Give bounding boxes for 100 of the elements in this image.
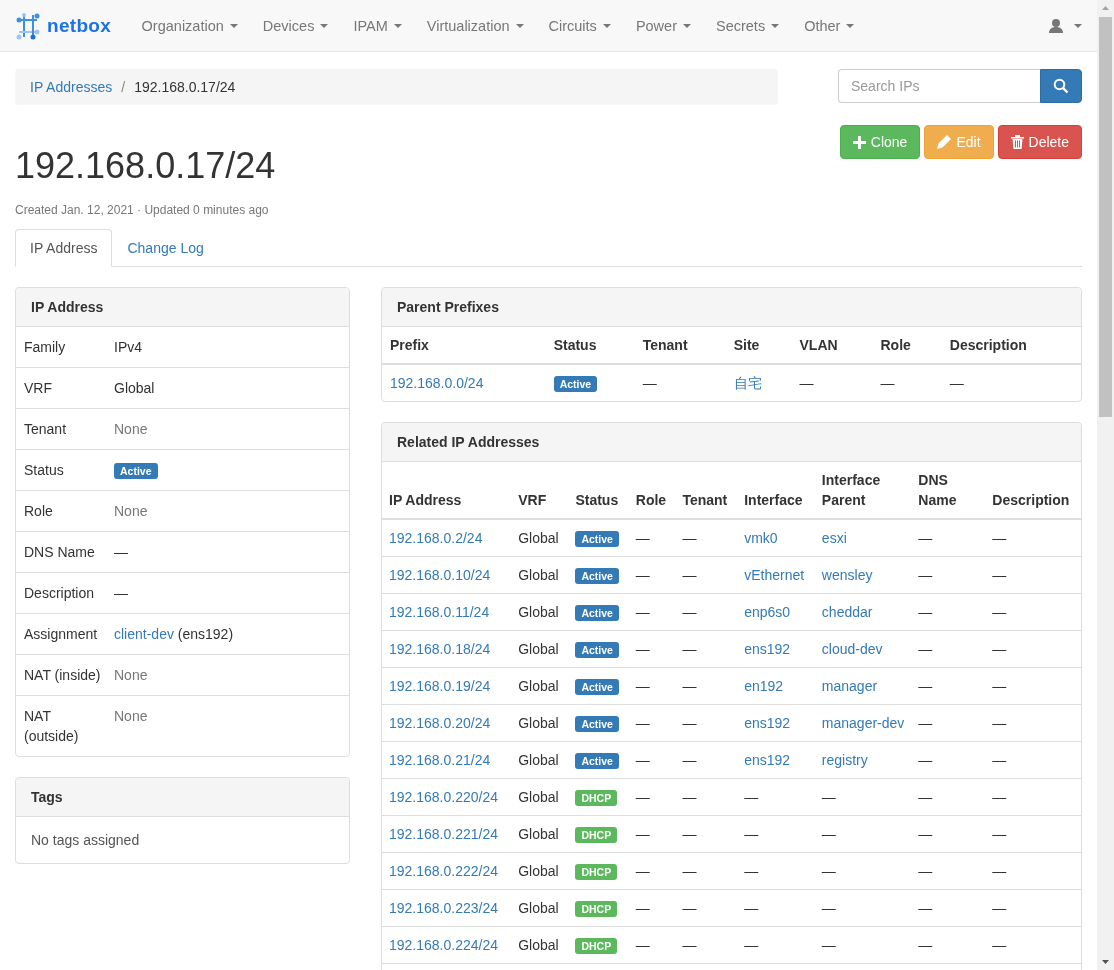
- field-label: Description: [24, 584, 96, 603]
- table-cell: —: [992, 937, 1007, 953]
- device-link[interactable]: wensley: [821, 567, 873, 583]
- interface-link[interactable]: ens192: [744, 641, 791, 657]
- device-link[interactable]: esxi: [821, 530, 847, 546]
- table-cell: Global: [518, 567, 559, 583]
- table-cell: —: [635, 715, 650, 731]
- device-link[interactable]: cheddar: [821, 604, 873, 620]
- table-cell: —: [992, 826, 1007, 842]
- status-label: Active: [575, 531, 619, 547]
- table-cell: Global: [518, 678, 559, 694]
- table-cell: —: [682, 604, 697, 620]
- table-cell: —: [635, 937, 650, 953]
- delete-button[interactable]: Delete: [997, 125, 1082, 159]
- site-link[interactable]: 自宅: [733, 375, 762, 391]
- table-cell: —: [918, 715, 933, 731]
- table-cell: —: [635, 604, 650, 620]
- nav-menu[interactable]: Secrets: [703, 17, 792, 34]
- ip-address-link[interactable]: 192.168.0.18/24: [389, 641, 491, 657]
- table-cell: —: [992, 678, 1007, 694]
- scrollbar-thumb[interactable]: [1099, 17, 1112, 417]
- table-cell: —: [635, 678, 650, 694]
- caret-icon: [229, 23, 238, 28]
- search-field[interactable]: Search IPs: [838, 69, 1040, 103]
- brand-name[interactable]: netbox: [47, 14, 112, 37]
- table-cell: Global: [518, 937, 559, 953]
- breadcrumb-link[interactable]: IP Addresses: [30, 79, 113, 95]
- status-label: DHCP: [575, 827, 618, 843]
- nav-menu[interactable]: Virtualization: [414, 17, 537, 34]
- search-icon: [1053, 78, 1069, 94]
- nav-menu[interactable]: Devices: [250, 17, 341, 34]
- tab[interactable]: IP Address: [15, 229, 113, 267]
- scrollbar[interactable]: [1097, 0, 1114, 970]
- ip-address-link[interactable]: 192.168.0.223/24: [389, 900, 498, 916]
- device-link[interactable]: registry: [821, 752, 868, 768]
- ip-address-link[interactable]: 192.168.0.21/24: [389, 752, 491, 768]
- table-cell: —: [821, 863, 836, 879]
- nav-menu[interactable]: Organization: [129, 17, 251, 34]
- interface-link[interactable]: enp6s0: [744, 604, 791, 620]
- interface-link[interactable]: ens192: [744, 715, 791, 731]
- table-cell: —: [992, 715, 1007, 731]
- column-header: IP Address: [382, 462, 512, 519]
- ip-address-link[interactable]: 192.168.0.11/24: [389, 604, 490, 620]
- ip-address-link[interactable]: 192.168.0.220/24: [389, 789, 498, 805]
- nav-menu[interactable]: IPAM: [340, 17, 415, 34]
- table-cell: —: [744, 937, 759, 953]
- table-cell: —: [682, 752, 697, 768]
- tab[interactable]: Change Log: [112, 229, 219, 267]
- caret-icon: [320, 23, 329, 28]
- table-cell: —: [635, 752, 650, 768]
- ip-address-link[interactable]: 192.168.0.224/24: [389, 937, 498, 953]
- interface-link[interactable]: en192: [744, 678, 784, 694]
- field-label: DNS Name: [24, 543, 96, 562]
- status-label: DHCP: [575, 938, 618, 954]
- caret-icon: [1074, 23, 1082, 28]
- ip-address-link[interactable]: 192.168.0.10/24: [389, 567, 491, 583]
- device-link[interactable]: client-dev: [114, 626, 174, 642]
- column-header: Interface Parent: [814, 462, 912, 519]
- device-link[interactable]: manager-dev: [821, 715, 905, 731]
- ip-address-link[interactable]: 192.168.0.2/24: [389, 530, 483, 546]
- field-value: None: [114, 667, 148, 683]
- nav-menu[interactable]: Circuits: [536, 17, 624, 34]
- interface-link[interactable]: vEthernet: [744, 567, 805, 583]
- table-cell: Global: [518, 900, 559, 916]
- table-cell: Global: [518, 789, 559, 805]
- table-cell: —: [682, 715, 697, 731]
- table-cell: —: [682, 641, 697, 657]
- field-value: Global: [114, 380, 155, 396]
- user-menu[interactable]: [1048, 17, 1082, 34]
- clone-button[interactable]: Clone: [839, 125, 921, 159]
- field-label: NAT (inside): [24, 666, 102, 685]
- ip-address-link[interactable]: 192.168.0.20/24: [389, 715, 491, 731]
- ip-address-link[interactable]: 192.168.0.19/24: [389, 678, 491, 694]
- ip-address-link[interactable]: 192.168.0.221/24: [389, 826, 498, 842]
- field-value: None: [114, 708, 148, 724]
- brand-logo[interactable]: netbox: [15, 11, 112, 40]
- table-cell: —: [642, 375, 657, 391]
- table-cell: —: [635, 863, 650, 879]
- table-cell: —: [635, 900, 650, 916]
- table-cell: —: [635, 789, 650, 805]
- table-cell: —: [918, 789, 933, 805]
- ip-address-link[interactable]: 192.168.0.222/24: [389, 863, 498, 879]
- table-cell: —: [635, 826, 650, 842]
- device-link[interactable]: manager: [821, 678, 878, 694]
- timestamp-text: Created Jan. 12, 2021 · Updated 0 minutes ago: [15, 203, 270, 217]
- prefix-link[interactable]: 192.168.0.0/24: [390, 375, 484, 391]
- table-cell: —: [635, 530, 650, 546]
- nav-menu[interactable]: Power: [623, 17, 704, 34]
- device-link[interactable]: cloud-dev: [821, 641, 883, 657]
- table-cell: —: [744, 900, 759, 916]
- search-button[interactable]: [1040, 69, 1082, 103]
- breadcrumb-separator: /: [121, 79, 126, 95]
- table-cell: Global: [518, 641, 559, 657]
- interface-link[interactable]: ens192: [744, 752, 791, 768]
- nav-menu[interactable]: Other: [791, 17, 867, 34]
- interface-link[interactable]: vmk0: [744, 530, 778, 546]
- table-cell: —: [744, 826, 759, 842]
- caret-icon: [393, 23, 402, 28]
- table-cell: —: [992, 567, 1007, 583]
- table-cell: —: [918, 604, 933, 620]
